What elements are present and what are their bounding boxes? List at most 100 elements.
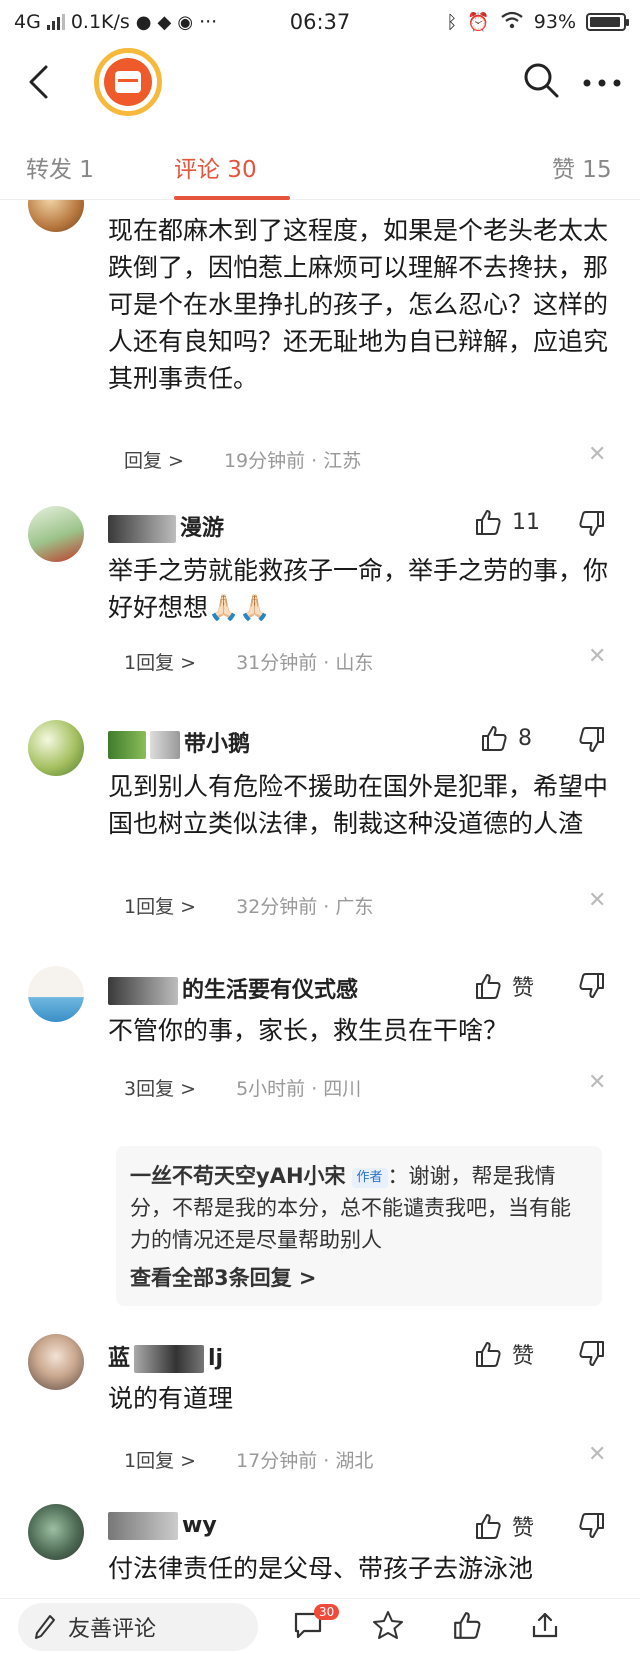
status-right: ᛒ ⏰ 93%	[446, 11, 629, 34]
reply-button[interactable]: 1回复 >	[124, 648, 196, 675]
compose-comment-input[interactable]: 友善评论	[18, 1602, 258, 1651]
comment-author[interactable]: 蓝 lj	[108, 1340, 223, 1373]
like-button[interactable]: 赞	[474, 970, 534, 1002]
avatar[interactable]	[28, 966, 84, 1022]
close-icon[interactable]: ✕	[588, 644, 606, 669]
thumb-up-icon	[454, 1611, 481, 1639]
like-button[interactable]: 8	[480, 724, 532, 752]
dislike-button[interactable]	[578, 1512, 608, 1542]
close-icon[interactable]: ✕	[588, 442, 606, 467]
dislike-icon	[579, 511, 604, 536]
author-badge: 作者	[351, 1168, 388, 1188]
author-name-text: wy	[182, 1513, 217, 1538]
dislike-icon	[579, 973, 604, 998]
compose-placeholder: 友善评论	[68, 1616, 157, 1642]
avatar[interactable]	[28, 720, 84, 776]
network-type: 4G	[14, 11, 41, 33]
back-button[interactable]	[18, 52, 58, 112]
favorite-button[interactable]	[372, 1610, 404, 1644]
author-name-text: 的生活要有仪式感	[182, 978, 359, 1003]
more-icon	[583, 79, 621, 86]
comment-author[interactable]: 的生活要有仪式感	[108, 972, 358, 1005]
like-label: 赞	[512, 976, 535, 1001]
redacted-name	[108, 731, 146, 759]
share-button[interactable]	[530, 1610, 560, 1644]
comment-time-location: 19分钟前 · 江苏	[223, 450, 362, 472]
comment-meta: 1回复 > 32分钟前 · 广东	[124, 892, 373, 919]
like-icon	[482, 726, 507, 751]
signal-icon	[46, 14, 65, 30]
reply-button[interactable]: 3回复 >	[124, 1074, 196, 1101]
avatar[interactable]	[28, 200, 84, 232]
sub-reply: 一丝不苟天空yAH小宋 作者 ：谢谢，帮是我情分，不帮是我的本分，总不能谴责我吧，当…	[130, 1160, 588, 1256]
reply-button[interactable]: 回复 >	[124, 446, 184, 473]
comment-button[interactable]: 30	[292, 1603, 340, 1644]
sub-reply-author[interactable]: 一丝不苟天空yAH小宋	[130, 1164, 346, 1188]
comment-time-location: 31分钟前 · 山东	[236, 652, 374, 674]
close-icon[interactable]: ✕	[588, 1442, 606, 1467]
like-post-button[interactable]	[452, 1610, 482, 1644]
author-name-text: 带小鹅	[184, 732, 251, 757]
redacted-name	[150, 731, 180, 759]
close-icon[interactable]: ✕	[588, 888, 606, 913]
avatar[interactable]	[28, 1334, 84, 1390]
avatar[interactable]	[28, 506, 84, 562]
battery-fill	[590, 17, 620, 27]
dislike-button[interactable]	[578, 1340, 608, 1370]
app-notification-icon-3: ◉	[177, 11, 194, 33]
comment-text: 不管你的事，家长，救生员在干啥？	[108, 1016, 509, 1045]
dislike-button[interactable]	[578, 510, 608, 540]
avatar[interactable]	[28, 1504, 84, 1560]
comment-text: 见到别人有危险不援助在国外是犯罪，希望中国也树立类似法律，制裁这种没道德的人渣	[108, 772, 609, 838]
more-notifications-icon: ···	[199, 11, 218, 33]
like-count: 8	[518, 725, 532, 751]
like-icon	[476, 1342, 501, 1367]
comment-author[interactable]: wy	[108, 1512, 217, 1540]
comment-meta: 3回复 > 5小时前 · 四川	[124, 1074, 361, 1101]
like-button[interactable]: 赞	[474, 1338, 534, 1370]
bluetooth-icon: ᛒ	[446, 11, 458, 33]
more-button[interactable]	[582, 73, 622, 92]
redacted-name	[108, 977, 178, 1005]
nav-bar	[0, 44, 640, 120]
tab-comments[interactable]: 评论 30	[174, 150, 257, 184]
battery-icon	[586, 13, 629, 31]
app-logo[interactable]	[94, 48, 162, 116]
app-notification-icon-2: ◆	[157, 11, 172, 33]
comment-text: 现在都麻木到了这程度，如果是个老头老太太跌倒了，因怕惹上麻烦可以理解不去搀扶，那…	[108, 216, 609, 393]
dislike-button[interactable]	[578, 726, 608, 756]
author-name-suffix: lj	[208, 1346, 224, 1371]
dislike-icon	[579, 1341, 604, 1366]
comment-author[interactable]: 漫游	[108, 510, 224, 543]
tab-repost[interactable]: 转发 1	[26, 150, 94, 184]
comment-time-location: 17分钟前 · 湖北	[236, 1450, 374, 1472]
reply-button[interactable]: 1回复 >	[124, 892, 196, 919]
comment-author[interactable]: 带小鹅	[108, 726, 250, 759]
dislike-icon	[579, 1513, 604, 1538]
close-icon[interactable]: ✕	[588, 1070, 606, 1095]
alarm-icon: ⏰	[467, 11, 490, 33]
search-button[interactable]	[522, 61, 560, 103]
dislike-icon	[579, 727, 604, 752]
like-button[interactable]: 赞	[474, 1510, 534, 1542]
comment-list: 现在都麻木到了这程度，如果是个老头老太太跌倒了，因怕惹上麻烦可以理解不去搀扶，那…	[0, 200, 640, 1600]
red-envelope-icon	[104, 58, 152, 106]
sub-reply-box[interactable]: 一丝不苟天空yAH小宋 作者 ：谢谢，帮是我情分，不帮是我的本分，总不能谴责我吧，当…	[116, 1146, 602, 1306]
like-icon	[476, 974, 501, 999]
like-label: 赞	[512, 1516, 535, 1541]
view-all-replies-link[interactable]: 查看全部3条回复 >	[130, 1262, 588, 1294]
bottom-actions: 30	[292, 1603, 560, 1644]
tab-likes[interactable]: 赞 15	[552, 150, 612, 184]
author-name-text: 蓝	[108, 1346, 131, 1371]
comment-time-location: 32分钟前 · 广东	[236, 896, 374, 918]
search-icon	[524, 63, 559, 98]
comment-meta: 1回复 > 31分钟前 · 山东	[124, 648, 373, 675]
comment-meta: 回复 > 19分钟前 · 江苏	[124, 446, 361, 473]
like-label: 赞	[512, 1344, 535, 1369]
comment-text: 说的有道理	[108, 1384, 234, 1413]
dislike-button[interactable]	[578, 972, 608, 1002]
like-button[interactable]: 11	[474, 508, 540, 536]
reply-button[interactable]: 1回复 >	[124, 1446, 196, 1473]
network-speed: 0.1K/s	[70, 11, 130, 33]
comment-text: 举手之劳就能救孩子一命，举手之劳的事，你好好想想🙏🏻🙏🏻	[108, 556, 609, 622]
